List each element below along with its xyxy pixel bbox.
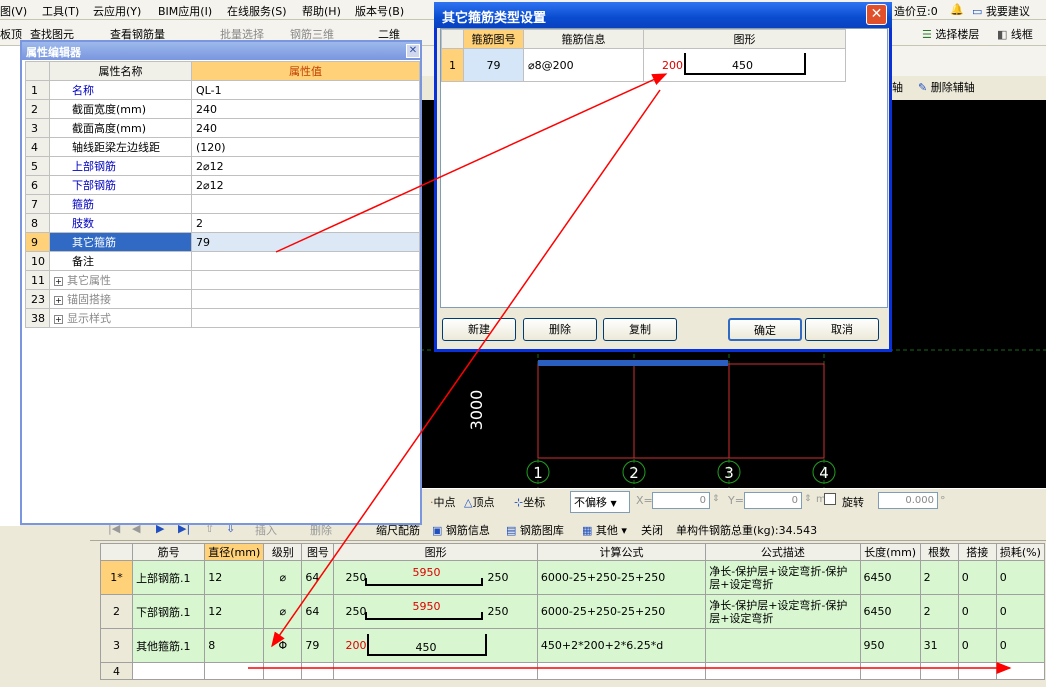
- annotation-arrows: [248, 73, 1012, 674]
- arrow-to-table: [271, 89, 661, 648]
- arrow-to-dialog: [275, 73, 668, 253]
